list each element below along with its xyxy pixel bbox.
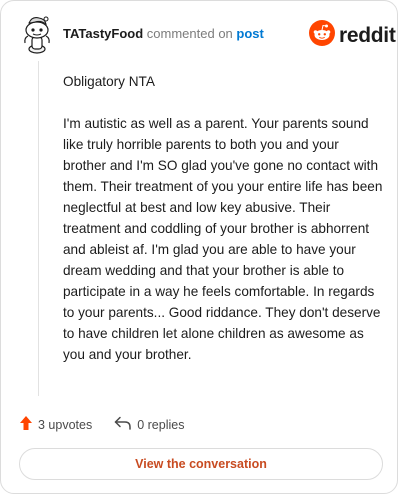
username-link[interactable]: TATastyFood [63,26,143,41]
commented-on-text: commented on [146,26,233,41]
reddit-alien-icon [309,20,335,51]
comment-embed-card: TATastyFood commented on post reddit Obl… [0,0,398,494]
reply-arrow-icon [114,416,132,433]
avatar[interactable] [19,14,55,54]
post-link[interactable]: post [236,26,263,41]
upvotes-label: 3 upvotes [38,417,93,432]
comment-paragraph: I'm autistic as well as a parent. Your p… [63,116,383,362]
upvote-arrow-icon [19,415,33,434]
upvotes-count[interactable]: 3 upvotes [19,415,92,434]
comment-actions: 3 upvotes 0 replies [19,415,184,434]
replies-label: 0 replies [137,417,185,432]
comment-paragraph: Obligatory NTA [63,74,155,89]
reddit-wordmark: reddit [339,23,396,47]
comment-header: TATastyFood commented on post [63,25,264,43]
replies-count[interactable]: 0 replies [114,416,184,433]
thread-line [38,61,39,396]
comment-body: Obligatory NTA I'm autistic as well as a… [63,71,383,386]
view-conversation-button[interactable]: View the conversation [19,448,383,480]
reddit-logo[interactable]: reddit [309,20,396,51]
